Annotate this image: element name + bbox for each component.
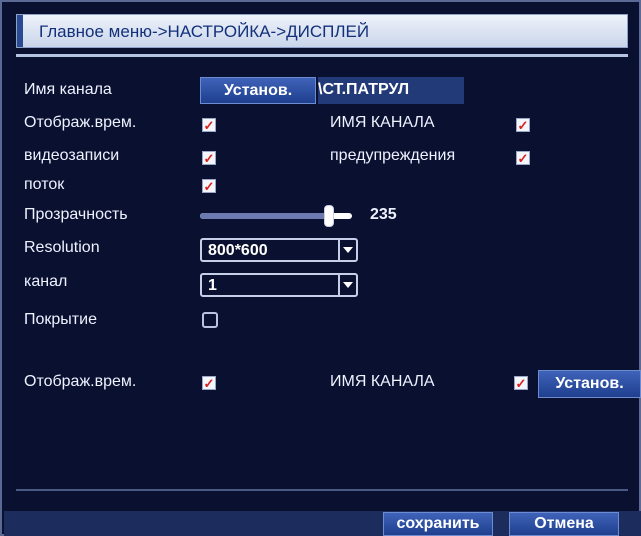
check-mark-icon: ✓ <box>203 150 215 166</box>
transparency-slider-handle[interactable] <box>324 205 334 227</box>
chevron-down-icon[interactable] <box>338 240 356 260</box>
transparency-label: Прозрачность <box>24 206 128 223</box>
transparency-value: 235 <box>370 206 397 223</box>
footer-divider <box>16 489 628 491</box>
check-mark-icon: ✓ <box>203 178 215 194</box>
time-display-checkbox[interactable]: ✓ <box>202 118 216 132</box>
channel-name-field[interactable]: \СТ.ПАТРУЛ <box>318 77 464 104</box>
tour-set-button[interactable]: Установ. <box>538 370 641 398</box>
cover-label: Покрытие <box>24 311 97 328</box>
breadcrumb-title: Главное меню->НАСТРОЙКА->ДИСПЛЕЙ <box>39 22 370 41</box>
alarm-status-checkbox[interactable]: ✓ <box>516 151 530 165</box>
channel-name-display-checkbox[interactable]: ✓ <box>516 118 530 132</box>
cancel-button[interactable]: Отмена <box>509 512 619 536</box>
time-display-label: Отображ.врем. <box>24 114 137 131</box>
check-mark-icon: ✓ <box>517 150 529 166</box>
check-mark-icon: ✓ <box>515 375 527 391</box>
chevron-down-icon[interactable] <box>338 275 356 295</box>
record-status-label: видеозаписи <box>24 147 120 164</box>
channel-name-label: Имя канала <box>24 81 112 98</box>
channel-select[interactable]: 1 <box>200 273 358 297</box>
stream-label: поток <box>24 176 65 193</box>
tour-channel-name-label: ИМЯ КАНАЛА <box>330 373 435 390</box>
transparency-slider-fill <box>200 213 329 219</box>
title-bar: Главное меню->НАСТРОЙКА->ДИСПЛЕЙ <box>16 14 628 48</box>
channel-name-set-button[interactable]: Установ. <box>200 77 316 104</box>
resolution-select[interactable]: 800*600 <box>200 238 358 262</box>
record-status-checkbox[interactable]: ✓ <box>202 151 216 165</box>
tour-time-display-checkbox[interactable]: ✓ <box>202 376 216 390</box>
save-button[interactable]: сохранить <box>383 512 493 536</box>
display-settings-window: Главное меню->НАСТРОЙКА->ДИСПЛЕЙ Имя кан… <box>0 0 641 536</box>
stream-checkbox[interactable]: ✓ <box>202 179 216 193</box>
channel-label: канал <box>24 273 68 290</box>
title-accent <box>17 15 23 47</box>
resolution-value: 800*600 <box>208 242 268 259</box>
check-mark-icon: ✓ <box>203 117 215 133</box>
alarm-status-label: предупреждения <box>330 147 456 164</box>
resolution-label: Resolution <box>24 239 100 256</box>
tour-time-display-label: Отображ.врем. <box>24 373 137 390</box>
check-mark-icon: ✓ <box>203 375 215 391</box>
check-mark-icon: ✓ <box>517 117 529 133</box>
channel-value: 1 <box>208 277 217 294</box>
header-divider <box>16 54 628 57</box>
cover-checkbox[interactable] <box>202 312 218 328</box>
channel-name-display-label: ИМЯ КАНАЛА <box>330 114 435 131</box>
tour-channel-name-checkbox[interactable]: ✓ <box>514 376 528 390</box>
